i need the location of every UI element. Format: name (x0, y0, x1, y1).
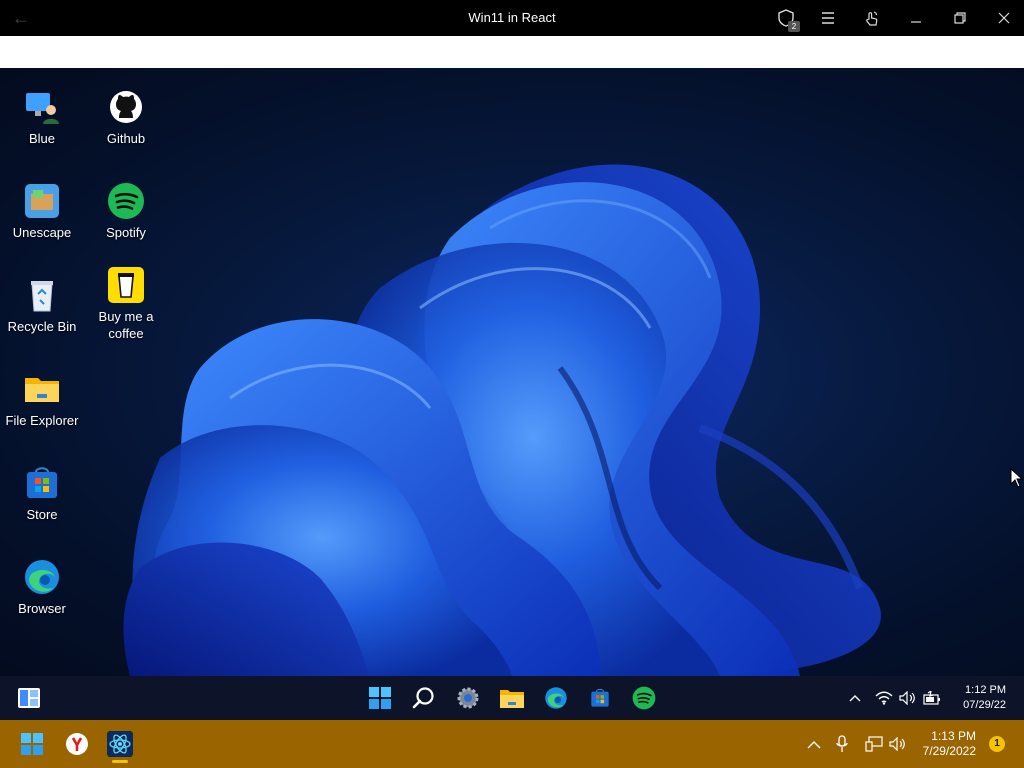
folder-icon (25, 378, 59, 402)
window-titlebar: ← Win11 in React 2 (0, 0, 1024, 36)
widgets-icon (18, 688, 40, 708)
monitor-user-icon (26, 93, 59, 124)
battery-charging-icon[interactable] (922, 688, 942, 708)
search-icon (412, 687, 434, 709)
desktop-icon-github[interactable]: Github (84, 88, 168, 147)
unescape-icon (25, 184, 59, 218)
recycle-bin-icon (31, 281, 53, 312)
desktop-icon-blue[interactable]: Blue (0, 88, 84, 147)
host-win11-react-button[interactable] (106, 730, 134, 763)
address-strip (0, 36, 1024, 68)
touch-mode-icon[interactable] (860, 6, 884, 30)
host-volume-icon[interactable] (884, 730, 912, 758)
desktop-icon-browser[interactable]: Browser (0, 558, 84, 617)
notification-count-badge[interactable]: 1 (989, 736, 1005, 752)
search-button[interactable] (409, 683, 439, 713)
taskbar-date: 07/29/22 (963, 699, 1006, 711)
taskbar-time: 1:12 PM (965, 684, 1006, 696)
store-icon (591, 688, 609, 707)
coffee-cup-icon (108, 267, 144, 303)
taskbar: 1:12 PM 07/29/22 (0, 676, 1024, 720)
notification-count-badge: 2 (788, 21, 800, 32)
host-taskbar: 1:13 PM 7/29/2022 1 (0, 720, 1024, 768)
microphone-icon[interactable] (828, 730, 856, 758)
spotify-icon (632, 686, 656, 710)
settings-button[interactable] (453, 683, 483, 713)
host-start-button[interactable] (18, 730, 46, 758)
minimize-icon[interactable] (904, 6, 928, 30)
settings-icon (457, 687, 479, 709)
start-icon (369, 687, 391, 709)
desktop-icon-store[interactable]: Store (0, 464, 84, 523)
store-button[interactable] (585, 683, 615, 713)
spotify-button[interactable] (629, 683, 659, 713)
shield-notifications-icon[interactable]: 2 (774, 6, 800, 32)
github-icon (110, 91, 142, 123)
host-show-hidden-icons-chevron-icon[interactable] (800, 730, 828, 758)
file-explorer-button[interactable] (497, 683, 527, 713)
active-app-indicator (112, 760, 128, 763)
desktop-icon-recycle-bin[interactable]: Recycle Bin (0, 276, 84, 335)
desktop-icon-spotify[interactable]: Spotify (84, 182, 168, 241)
mouse-cursor-icon (1010, 468, 1024, 488)
taskbar-clock[interactable]: 1:12 PM 07/29/22 (963, 683, 1006, 713)
menu-icon[interactable] (816, 6, 840, 30)
desktop-icon-file-explorer[interactable]: File Explorer (0, 370, 84, 429)
start-button[interactable] (365, 683, 395, 713)
win11-react-app-icon (107, 731, 133, 757)
show-hidden-icons-chevron-icon[interactable] (845, 688, 865, 708)
bloom-wallpaper (123, 164, 881, 676)
host-yandex-button[interactable] (63, 730, 91, 758)
close-icon[interactable] (992, 6, 1016, 30)
start-icon (21, 733, 43, 755)
widgets-button[interactable] (14, 683, 44, 713)
spotify-icon (108, 183, 144, 219)
wifi-icon[interactable] (874, 688, 894, 708)
host-date: 7/29/2022 (922, 744, 976, 758)
edge-icon (545, 687, 567, 709)
desktop: Blue Unescape Recycle Bin File Explorer … (0, 68, 1024, 676)
desktop-icon-unescape[interactable]: Unescape (0, 182, 84, 241)
edge-icon (25, 560, 59, 594)
restore-icon[interactable] (948, 6, 972, 30)
yandex-icon (66, 733, 88, 755)
volume-icon[interactable] (898, 688, 918, 708)
store-icon (27, 467, 57, 498)
host-time: 1:13 PM (931, 729, 976, 743)
host-clock[interactable]: 1:13 PM 7/29/2022 (923, 729, 976, 759)
edge-button[interactable] (541, 683, 571, 713)
desktop-icon-buy-me-a-coffee[interactable]: Buy me a coffee (84, 266, 168, 342)
file-explorer-icon (500, 690, 524, 708)
